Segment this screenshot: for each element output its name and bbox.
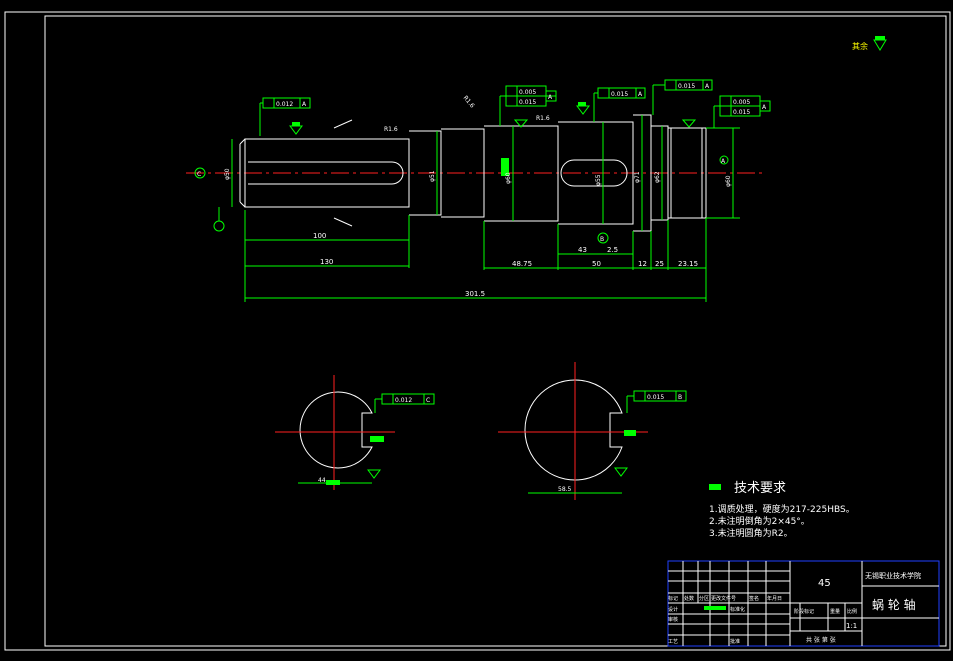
fcf5-datum: A	[762, 104, 767, 111]
fcf4-datum: A	[705, 83, 710, 90]
label-scale: 比例	[847, 608, 857, 615]
dim-43: 43	[578, 246, 587, 254]
fcf5a-value: 0.005	[733, 99, 750, 106]
dim-130: 130	[320, 258, 333, 266]
label-sign: 签名	[749, 595, 759, 602]
surface-finish-note: 其余	[852, 36, 887, 51]
dim-25: 25	[655, 260, 664, 268]
tech-req-item-2: 2.未注明倒角为2×45°。	[709, 515, 810, 527]
label-design: 设计	[668, 606, 678, 613]
section-2-profile	[524, 379, 623, 481]
dia-55: φ55	[595, 174, 602, 186]
scale-value: 1:1	[846, 622, 857, 630]
dim-12: 12	[638, 260, 647, 268]
dia-71: φ71	[634, 171, 641, 183]
dia-50: φ50	[224, 168, 231, 180]
fcf2b-value: 0.015	[519, 99, 536, 106]
label-stage: 阶段标记	[794, 608, 814, 615]
fcf1-value: 0.012	[276, 101, 293, 108]
sec2-fcf-datum: B	[678, 394, 682, 401]
dim-2-5: 2.5	[607, 246, 618, 254]
label-date: 年月日	[767, 595, 782, 602]
dia-51: φ51	[429, 170, 436, 182]
fcf3-value: 0.015	[611, 91, 628, 98]
dim-100: 100	[313, 232, 326, 240]
chamfer-label-2: R1.6	[462, 94, 476, 109]
label-review: 审核	[668, 616, 678, 623]
part-name: 蜗 轮 轴	[872, 597, 916, 612]
shaft-main-view	[186, 114, 766, 232]
label-zone: 分区	[699, 595, 709, 602]
section-1-profile	[299, 391, 373, 469]
sec1-width: 44	[318, 477, 326, 484]
sec2-width: 58.5	[558, 486, 572, 493]
material: 45	[818, 578, 831, 589]
datum-c: C	[197, 171, 201, 178]
label-mark: 标记	[668, 595, 678, 602]
dim-301-5: 301.5	[465, 290, 485, 298]
outer-border	[4, 11, 951, 651]
roughness-marks: R1.6 R1.6 R1.6	[289, 94, 697, 227]
roughness-value-marker	[875, 36, 885, 40]
section-view-right: 0.015 B 58.5	[498, 362, 687, 500]
chamfer-label-1: R1.6	[384, 126, 398, 133]
chamfer-label-3: R1.6	[536, 115, 550, 122]
dim-50: 50	[592, 260, 601, 268]
datum-b: B	[600, 236, 604, 243]
tech-req-title: 技术要求	[734, 481, 786, 496]
fcf4-value: 0.015	[678, 83, 695, 90]
horizontal-dimensions: 100 130 301.5 48.75 50 12 25 23.15 43 2.…	[244, 210, 707, 302]
sec1-fcf-value: 0.012	[395, 397, 412, 404]
cad-drawing-sheet: 其余 100 130 301.5 48.75 50 12 25 23.15 43…	[0, 0, 953, 661]
technical-requirements: 技术要求 1.调质处理，硬度为217-225HBS。 2.未注明倒角为2×45°…	[709, 481, 855, 539]
fcf3-datum: A	[638, 91, 643, 98]
drawing-canvas: 其余 100 130 301.5 48.75 50 12 25 23.15 43…	[4, 11, 951, 651]
fcf1-datum: A	[302, 101, 307, 108]
label-count: 处数	[684, 595, 694, 602]
surface-finish-text: 其余	[852, 41, 868, 51]
tech-req-item-1: 1.调质处理，硬度为217-225HBS。	[709, 503, 855, 515]
dim-48-75: 48.75	[512, 260, 532, 268]
sec1-fcf-datum: C	[426, 397, 430, 404]
dia-60-right: φ60	[725, 175, 732, 187]
label-weight: 重量	[830, 608, 840, 615]
school-name: 无锡职业技术学院	[865, 571, 921, 580]
inner-border	[44, 15, 947, 647]
dia-62: φ62	[654, 171, 661, 183]
sheet-count: 共 张 第 张	[806, 636, 836, 644]
sec2-fcf-value: 0.015	[647, 394, 664, 401]
label-change-doc: 更改文件号	[711, 595, 736, 602]
roughness-symbol-icon	[873, 39, 887, 51]
fcf5b-value: 0.015	[733, 109, 750, 116]
tech-req-item-3: 3.未注明圆角为R2。	[709, 527, 793, 539]
dim-23-15: 23.15	[678, 260, 698, 268]
label-process: 工艺	[668, 639, 678, 645]
label-approve: 批准	[730, 638, 740, 645]
label-standard: 标准化	[730, 606, 745, 613]
dia-60: φ60	[505, 172, 512, 184]
fcf2a-value: 0.005	[519, 89, 536, 96]
fcf2-datum: A	[548, 94, 553, 101]
section-view-left: 0.012 C 44	[275, 375, 435, 490]
title-block: 标记 设计 审核 工艺 处数 分区 更改文件号 签名 年月日 标准化 批准 45…	[667, 560, 940, 647]
datum-symbols: C B A	[194, 155, 729, 244]
